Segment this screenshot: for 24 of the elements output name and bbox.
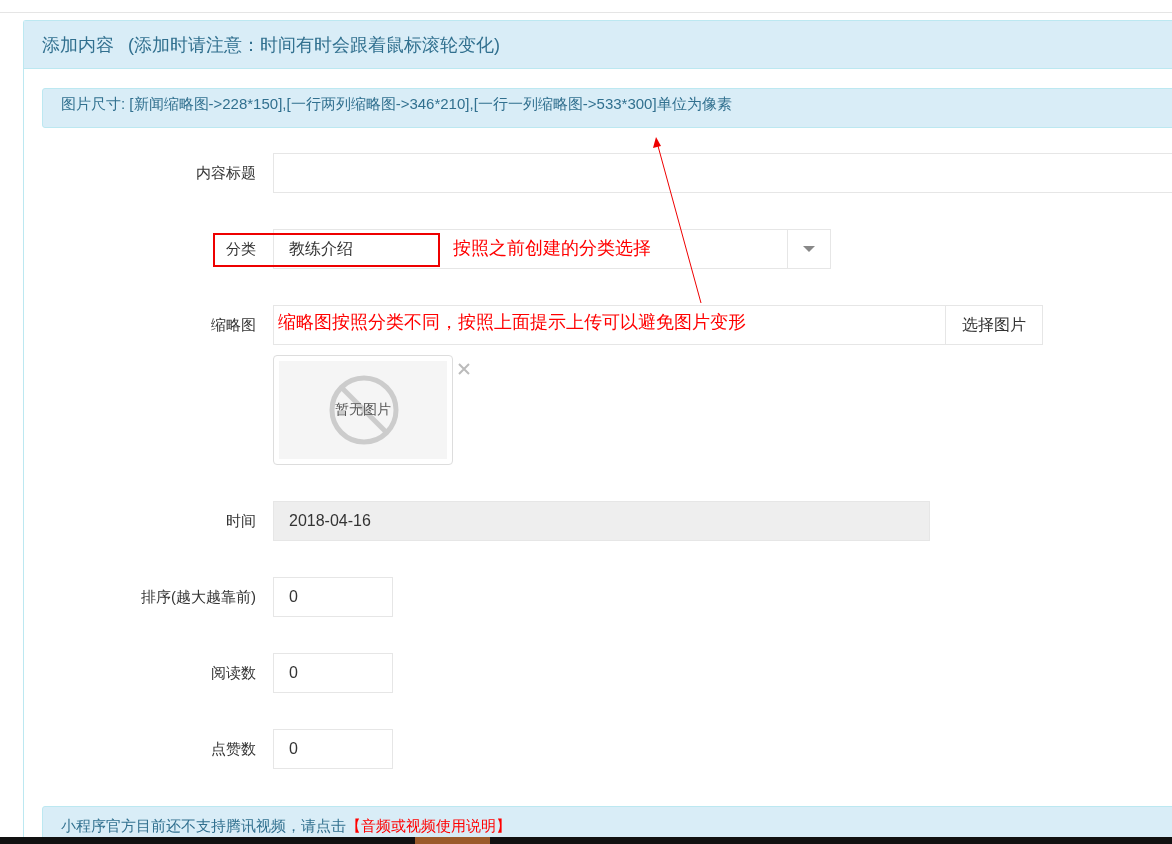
- close-icon[interactable]: [458, 363, 470, 375]
- text-field[interactable]: 0: [273, 653, 393, 693]
- annotation-text: 按照之前创建的分类选择: [453, 237, 651, 260]
- caret-icon: [803, 246, 815, 252]
- placeholder-text: 暂无图片: [335, 401, 391, 419]
- field-label: 缩略图: [210, 315, 256, 335]
- thumbnail-url-field[interactable]: [273, 305, 946, 345]
- field-label: 分类: [225, 239, 256, 259]
- field-label: 阅读数: [210, 663, 256, 683]
- panel-title: 添加内容: [42, 33, 114, 57]
- size-tip-text: 图片尺寸: [新闻缩略图->228*150],[一行两列缩略图->346*210],[一行一列缩略图->533*300]单位为像素: [61, 95, 732, 114]
- panel-note: (添加时请注意：时间有时会跟着鼠标滚轮变化): [128, 33, 500, 57]
- text-field[interactable]: [273, 153, 1172, 193]
- text-field[interactable]: 0: [273, 577, 393, 617]
- field-label: 内容标题: [195, 163, 256, 183]
- video-tip-text: 小程序官方目前还不支持腾讯视频，请点击: [61, 816, 346, 835]
- no-image-icon: [328, 374, 400, 446]
- field-label: 点赞数: [210, 739, 256, 759]
- field-label: 排序(越大越靠前): [140, 587, 256, 607]
- text-field[interactable]: 0: [273, 729, 393, 769]
- taskbar-item[interactable]: [415, 837, 490, 844]
- annotation-text: 缩略图按照分类不同，按照上面提示上传可以避免图片变形: [278, 311, 746, 334]
- choose-image-button[interactable]: 选择图片: [946, 305, 1043, 345]
- field-label: 时间: [225, 511, 256, 531]
